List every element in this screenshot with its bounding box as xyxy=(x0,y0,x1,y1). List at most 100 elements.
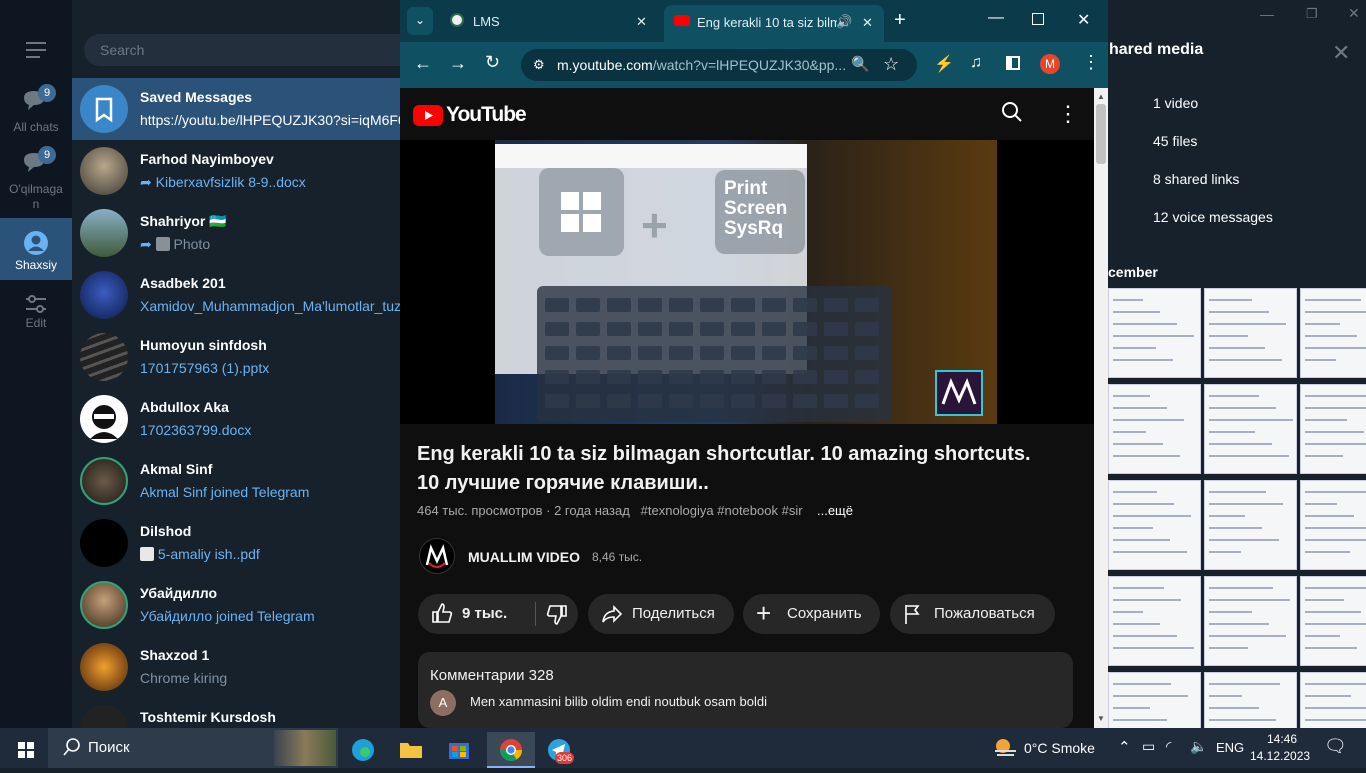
reload-icon[interactable]: ↻ xyxy=(485,52,500,73)
close-window-icon[interactable]: ✕ xyxy=(1077,10,1090,30)
chat-row[interactable]: Akmal Sinf Akmal Sinf joined Telegram xyxy=(72,450,402,512)
clock-date[interactable]: 14.12.2023 xyxy=(1250,749,1310,763)
chat-row[interactable]: Toshtemir Kursdosh xyxy=(72,698,402,728)
weather-icon[interactable] xyxy=(992,736,1018,758)
chat-row[interactable]: Humoyun sinfdosh 1701757963 (1).pptx xyxy=(72,326,402,388)
menu-kebab-icon[interactable]: ⋮ xyxy=(1082,52,1100,73)
telegram-taskbar-icon[interactable]: 306 xyxy=(537,732,581,768)
scroll-down-icon[interactable]: ▼ xyxy=(1097,714,1105,723)
chat-row[interactable]: Dilshod 5-amaliy ish..pdf xyxy=(72,512,402,574)
edge-icon[interactable] xyxy=(341,732,385,768)
show-more-link[interactable]: ...ещё xyxy=(817,503,853,518)
save-button[interactable]: + Сохранить xyxy=(743,594,880,634)
media-thumbnail[interactable] xyxy=(1204,288,1297,378)
audio-playing-icon[interactable]: 🔊 xyxy=(836,14,852,30)
media-control-icon[interactable]: ♫ xyxy=(970,54,982,72)
media-thumbnail[interactable] xyxy=(1204,480,1297,570)
report-button[interactable]: Пожаловаться xyxy=(890,594,1055,634)
battery-icon[interactable]: ▭ xyxy=(1142,738,1155,755)
microsoft-store-icon[interactable] xyxy=(437,732,481,768)
language-indicator[interactable]: ENG xyxy=(1216,740,1244,755)
media-thumbnail[interactable] xyxy=(1300,384,1366,474)
notifications-icon[interactable]: 🗨 xyxy=(1324,736,1347,757)
voice-messages-row[interactable]: 12 voice messages xyxy=(1106,209,1366,229)
close-icon[interactable]: ✕ xyxy=(1332,40,1350,66)
chat-row[interactable]: Abdullox Aka 1702363799.docx xyxy=(72,388,402,450)
youtube-logo-icon[interactable] xyxy=(413,105,443,126)
media-thumbnail[interactable] xyxy=(1108,384,1201,474)
close-tab-icon[interactable]: ✕ xyxy=(636,14,647,30)
dislike-icon[interactable] xyxy=(546,604,568,630)
chat-row[interactable]: Shaxzod 1 Chrome kiring xyxy=(72,636,402,698)
file-explorer-icon[interactable] xyxy=(389,732,433,768)
side-panel-icon[interactable] xyxy=(1006,56,1020,70)
taskbar-search-box[interactable]: Поиск xyxy=(48,728,338,768)
channel-avatar[interactable] xyxy=(419,538,455,574)
shared-files-row[interactable]: 45 files xyxy=(1106,133,1366,153)
media-thumbnail[interactable] xyxy=(1204,576,1297,666)
chrome-taskbar-icon[interactable] xyxy=(487,732,535,768)
back-icon[interactable]: ← xyxy=(414,53,432,74)
video-player[interactable]: + Print Screen SysRq xyxy=(400,140,1094,424)
wifi-icon[interactable]: ◜ xyxy=(1166,738,1171,755)
share-button[interactable]: Поделиться xyxy=(588,594,734,634)
chat-row[interactable]: Shahriyor 🇺🇿 ➦ Photo xyxy=(72,202,402,264)
telegram-restore-icon[interactable]: ❐ xyxy=(1306,6,1318,22)
media-thumbnail[interactable] xyxy=(1300,576,1366,666)
chat-preview: Убайдилло joined Telegram xyxy=(140,608,315,624)
shared-videos-row[interactable]: 1 video xyxy=(1106,95,1366,115)
comments-section[interactable]: Комментарии 328 A Men xammasini bilib ol… xyxy=(418,652,1073,728)
scroll-up-icon[interactable]: ▲ xyxy=(1097,92,1105,101)
like-count[interactable]: 9 тыс. xyxy=(462,605,507,622)
extension-icon[interactable]: ⚡ xyxy=(934,54,954,74)
media-thumbnail[interactable] xyxy=(1300,288,1366,378)
media-thumbnail[interactable] xyxy=(1300,480,1366,570)
tab-search-button[interactable]: ⌄ xyxy=(407,7,433,35)
saved-messages-avatar xyxy=(80,85,128,133)
channel-name[interactable]: MUALLIM VIDEO xyxy=(468,549,580,565)
site-info-icon[interactable]: ⚙ xyxy=(533,57,545,73)
chat-row[interactable]: Asadbek 201 Xamidov_Muhammadjon_Ma'lumot… xyxy=(72,264,404,326)
media-thumbnail[interactable] xyxy=(1108,480,1201,570)
chat-row[interactable]: Saved Messages https://youtu.be/lHPEQUZJ… xyxy=(72,78,419,140)
weather-text[interactable]: 0°C Smoke xyxy=(1024,740,1095,756)
media-thumbnail[interactable] xyxy=(1108,576,1201,666)
keyboard-key xyxy=(824,346,848,360)
maximize-icon[interactable] xyxy=(1032,13,1044,25)
scrollbar-thumb[interactable] xyxy=(1096,104,1106,164)
scrollbar[interactable]: ▲ ▼ xyxy=(1094,88,1108,728)
forward-icon[interactable]: → xyxy=(449,53,467,74)
chat-row[interactable]: Farhod Nayimboyev ➦ Kiberxavfsizlik 8-9.… xyxy=(72,140,402,202)
show-hidden-icons[interactable]: ⌃ xyxy=(1118,738,1131,756)
video-title: Eng kerakli 10 ta siz bilmagan shortcutl… xyxy=(417,443,1031,494)
folder-all-chats[interactable]: 9 All chats xyxy=(0,84,72,138)
new-tab-icon[interactable]: + xyxy=(894,9,906,32)
clock-time[interactable]: 14:46 xyxy=(1256,732,1308,746)
windows-start-icon[interactable] xyxy=(4,732,48,768)
volume-icon[interactable]: 🔈 xyxy=(1190,738,1207,755)
more-options-icon[interactable]: ⋮ xyxy=(1057,101,1079,127)
search-input[interactable]: Search xyxy=(84,34,414,66)
chats-icon: 9 xyxy=(18,84,56,124)
chat-row[interactable]: Убайдилло Убайдилло joined Telegram xyxy=(72,574,402,636)
tab-lms[interactable]: LMS ✕ xyxy=(440,7,658,35)
shared-links-row[interactable]: 8 shared links xyxy=(1106,171,1366,191)
tab-youtube[interactable]: Eng kerakli 10 ta siz bilm 🔊 ✕ xyxy=(664,5,884,42)
media-thumbnail[interactable] xyxy=(1204,384,1297,474)
search-icon[interactable] xyxy=(1001,101,1023,128)
chat-name: Farhod Nayimboyev xyxy=(140,151,274,167)
zoom-icon[interactable]: 🔍 xyxy=(851,55,870,73)
minimize-icon[interactable]: — xyxy=(988,9,1004,27)
menu-icon[interactable] xyxy=(26,42,46,58)
like-icon[interactable] xyxy=(431,602,453,628)
edit-folders[interactable]: Edit xyxy=(0,294,72,340)
profile-avatar[interactable]: M xyxy=(1040,54,1060,74)
folder-personal[interactable]: Shaxsiy xyxy=(0,218,72,280)
bookmark-star-icon[interactable]: ☆ xyxy=(883,54,899,75)
address-bar[interactable]: ⚙ m.youtube.com/watch?v=lHPEQUZJK30&pp..… xyxy=(521,49,917,81)
telegram-minimize-icon[interactable]: — xyxy=(1260,6,1274,22)
telegram-close-icon[interactable]: ✕ xyxy=(1348,5,1360,22)
folder-unread[interactable]: 9 O'qilmaga n xyxy=(0,146,72,212)
close-tab-icon[interactable]: ✕ xyxy=(862,15,873,31)
media-thumbnail[interactable] xyxy=(1108,288,1201,378)
